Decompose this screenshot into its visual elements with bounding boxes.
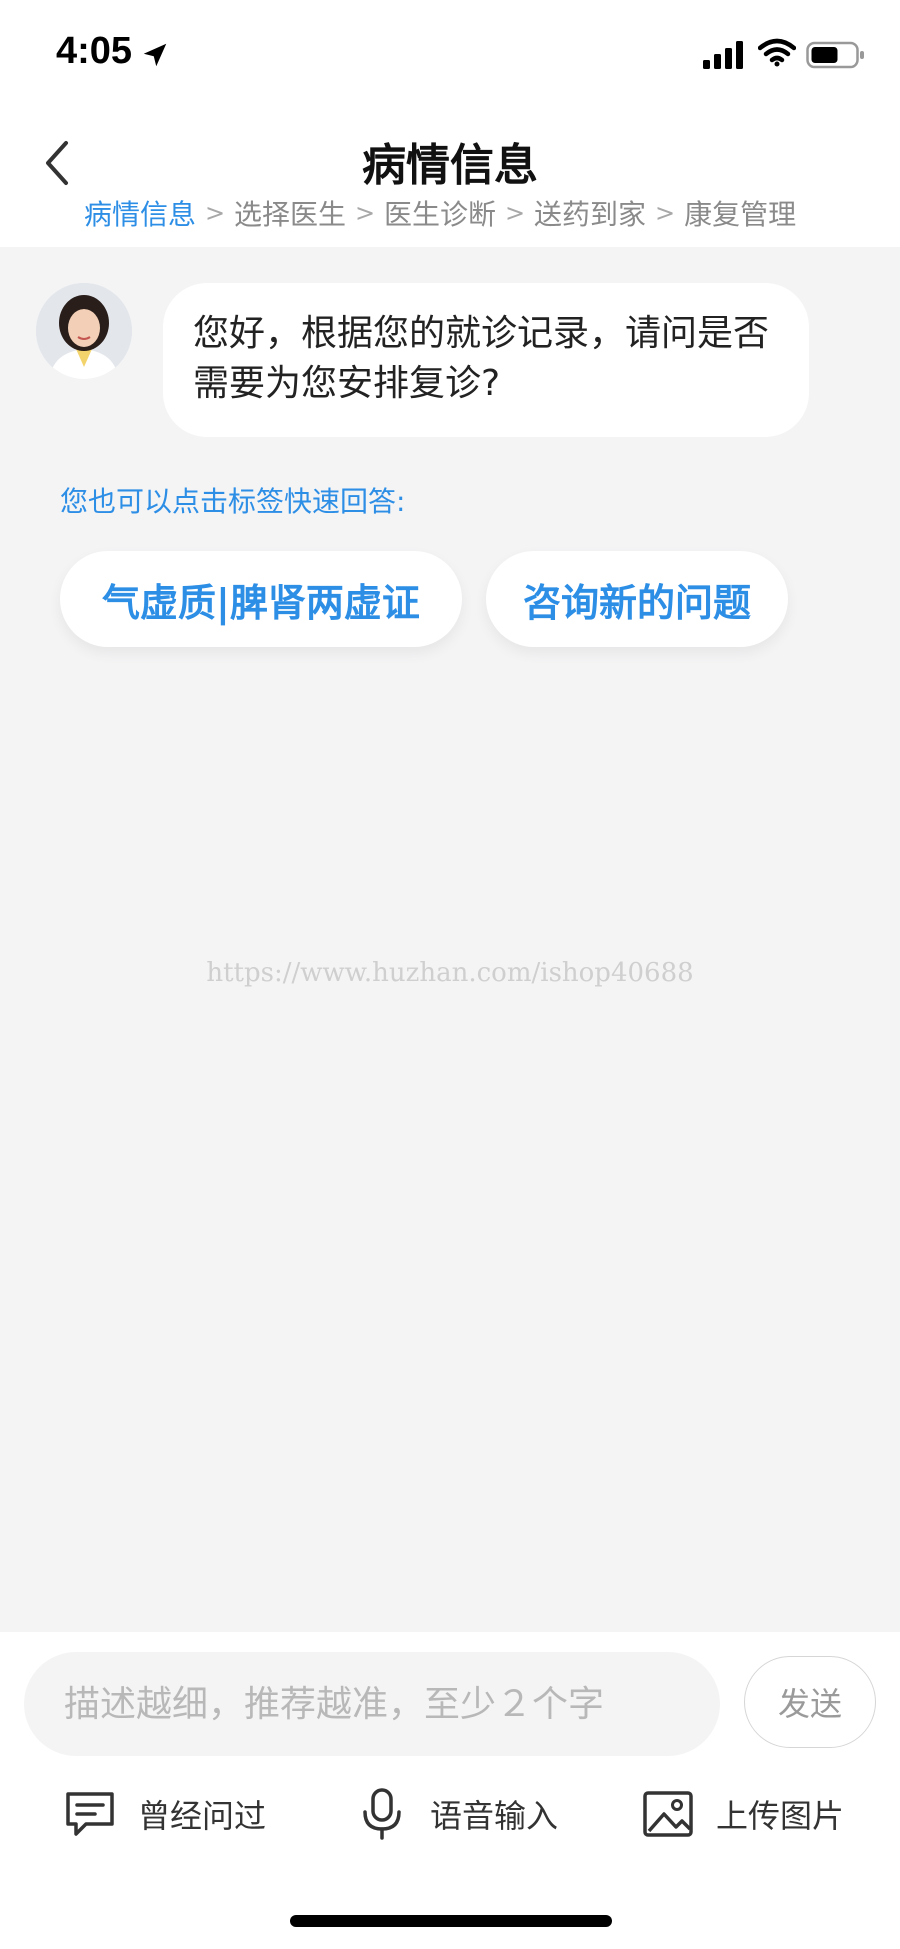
wifi-icon [758,38,796,67]
send-button[interactable]: 发送 [744,1656,876,1748]
chat-history-icon [66,1792,114,1836]
quick-reply-hint: 您也可以点击标签快速回答: [60,485,406,518]
doctor-portrait-icon [36,283,132,379]
doctor-avatar [36,283,132,379]
step-recovery: 康复管理 [684,198,797,231]
image-upload-icon [643,1791,693,1837]
step-delivery: 送药到家 [534,198,647,231]
step-separator: > [504,199,526,227]
asked-before-label: 曾经问过 [138,1797,267,1835]
asked-before-button[interactable]: 曾经问过 [62,1782,266,1846]
voice-input-label: 语音输入 [430,1797,559,1835]
watermark: https://www.huzhan.com/ishop40688 [206,958,694,988]
step-separator: > [354,199,376,227]
step-separator: > [204,199,226,227]
doctor-message-bubble: 您好，根据您的就诊记录，请问是否需要为您安排复诊? [163,283,809,437]
step-separator: > [655,199,676,227]
status-time: 4:05 [56,30,133,72]
signal-icon [703,41,743,69]
status-bar: 4:05 [0,0,900,105]
home-indicator [290,1915,612,1927]
quick-reply-new-question[interactable]: 咨询新的问题 [486,551,788,647]
upload-image-button[interactable]: 上传图片 [640,1782,844,1846]
header: 病情信息 病情信息 > 选择医生 > 医生诊断 > 送药到家 > 康复管理 [0,105,900,247]
step-condition-info: 病情信息 [84,198,197,231]
progress-steps: 病情信息 > 选择医生 > 医生诊断 > 送药到家 > 康复管理 [84,193,796,233]
symptom-input[interactable] [24,1652,720,1756]
page-title: 病情信息 [362,140,538,191]
composer-panel: 发送 曾经问过 语音输入 上传图片 [0,1632,900,1949]
upload-image-label: 上传图片 [716,1797,845,1835]
step-diagnosis: 医生诊断 [384,198,497,231]
microphone-icon [363,1788,401,1840]
quick-reply-constitution[interactable]: 气虚质|脾肾两虚证 [60,551,462,647]
location-arrow-icon [143,43,167,67]
voice-input-button[interactable]: 语音输入 [354,1782,558,1846]
step-choose-doctor: 选择医生 [234,198,347,231]
battery-icon [806,41,864,69]
